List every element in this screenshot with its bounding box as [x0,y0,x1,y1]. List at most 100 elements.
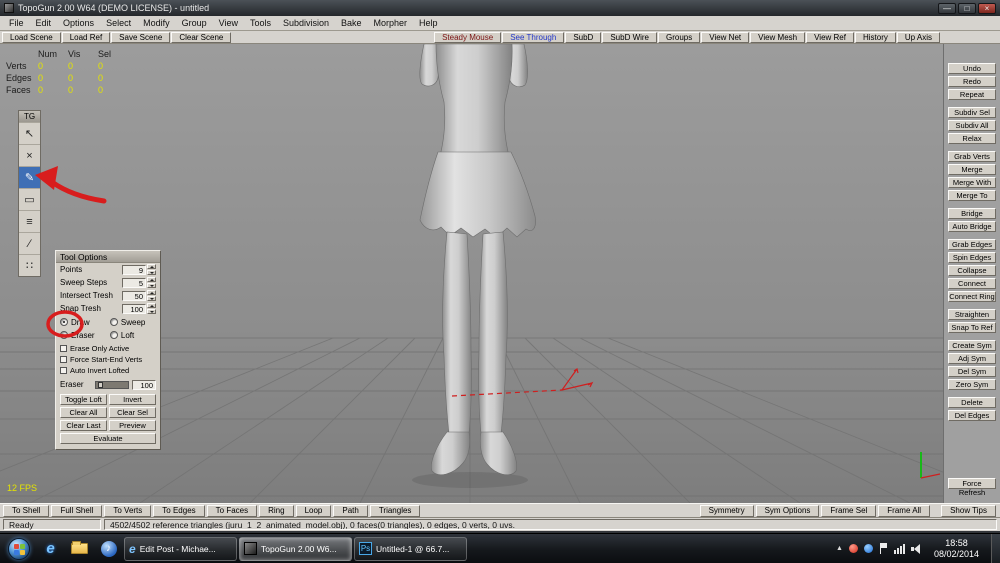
menu-file[interactable]: File [3,17,30,29]
sym-options-button[interactable]: Sym Options [755,504,820,517]
subdiv-sel-button[interactable]: Subdiv Sel [948,107,996,118]
intersect-tresh-spin-down[interactable] [147,296,156,301]
snap-tresh-spin-up[interactable] [147,303,156,308]
clear-scene-button[interactable]: Clear Scene [171,31,232,43]
action-center-icon[interactable] [879,543,888,554]
view-ref-button[interactable]: View Ref [806,31,854,43]
security-tray-icon[interactable] [848,544,858,553]
evaluate-button[interactable]: Evaluate [60,433,156,444]
points-value[interactable]: 9 [122,264,146,275]
menu-bake[interactable]: Bake [335,17,368,29]
clear-all-button[interactable]: Clear All [60,407,107,418]
tweak-tool[interactable]: ≡ [19,210,40,232]
load-ref-button[interactable]: Load Ref [61,31,111,43]
see-through-button[interactable]: See Through [502,31,565,43]
maximize-button[interactable]: □ [958,2,976,14]
volume-tray-icon[interactable] [910,543,922,554]
menu-help[interactable]: Help [413,17,444,29]
toggle-loft-button[interactable]: Toggle Loft [60,394,107,405]
merge-button[interactable]: Merge [948,164,996,175]
subdiv-all-button[interactable]: Subdiv All [948,120,996,131]
subd-button[interactable]: SubD [565,31,602,43]
redo-button[interactable]: Redo [948,76,996,87]
points-spin-up[interactable] [147,264,156,269]
radio-eraser-dot[interactable] [60,331,68,339]
full-shell-button[interactable]: Full Shell [51,504,103,517]
spin-edges-button[interactable]: Spin Edges [948,252,996,263]
path-button[interactable]: Path [333,504,368,517]
invert-button[interactable]: Invert [109,394,156,405]
frame-all-button[interactable]: Frame All [878,504,931,517]
explorer-folder-launch-icon[interactable] [66,536,93,562]
eraser-value[interactable]: 100 [132,379,156,390]
connect-ring-button[interactable]: Connect Ring [948,291,996,302]
up-axis-button[interactable]: Up Axis [896,31,940,43]
update-tray-icon[interactable] [863,544,873,553]
bridge-button[interactable]: Bridge [948,208,996,219]
merge-with-button[interactable]: Merge With [948,177,996,188]
task-browser-window[interactable]: e Edit Post - Michae... [124,536,237,561]
repeat-button[interactable]: Repeat [948,89,996,100]
intersect-tresh-spin-up[interactable] [147,290,156,295]
to-edges-button[interactable]: To Edges [153,504,205,517]
view-net-button[interactable]: View Net [701,31,750,43]
menu-modify[interactable]: Modify [137,17,176,29]
draw-tool[interactable]: ✎ [19,166,40,188]
check-erase-only-active-box[interactable] [60,345,67,352]
eraser-slider-handle[interactable] [98,381,103,388]
undo-button[interactable]: Undo [948,63,996,74]
collapse-button[interactable]: Collapse [948,265,996,276]
bridge-tool[interactable]: ▭ [19,188,40,210]
sweep-steps-spin-down[interactable] [147,283,156,288]
sweep-steps-value[interactable]: 5 [122,277,146,288]
minimize-button[interactable]: — [938,2,956,14]
loop-button[interactable]: Loop [295,504,332,517]
close-button[interactable]: × [978,2,996,14]
clear-last-button[interactable]: Clear Last [60,420,107,431]
grab-edges-button[interactable]: Grab Edges [948,239,996,250]
to-faces-button[interactable]: To Faces [206,504,258,517]
radio-loft[interactable]: Loft [109,330,156,340]
radio-loft-dot[interactable] [109,331,118,339]
check-auto-invert-lofted-box[interactable] [60,367,67,374]
media-player-launch-icon[interactable]: ♪ [95,536,122,562]
intersect-tresh-value[interactable]: 50 [122,290,146,301]
preview-button[interactable]: Preview [109,420,156,431]
load-scene-button[interactable]: Load Scene [2,31,61,43]
show-desktop-button[interactable] [991,533,1000,563]
save-scene-button[interactable]: Save Scene [111,31,171,43]
check-auto-invert-lofted[interactable]: Auto Invert Lofted [60,366,156,375]
radio-draw-dot[interactable] [60,318,68,326]
to-verts-button[interactable]: To Verts [104,504,152,517]
task-topogun-window[interactable]: TopoGun 2.00 W6... [239,536,352,561]
check-force-start-end-verts-box[interactable] [60,356,67,363]
auto-bridge-button[interactable]: Auto Bridge [948,221,996,232]
radio-sweep[interactable]: Sweep [109,317,156,327]
force-refresh-button[interactable]: Force Refresh [948,478,996,497]
adj-sym-button[interactable]: Adj Sym [948,353,996,364]
delete-tool[interactable]: × [19,144,40,166]
menu-tools[interactable]: Tools [244,17,277,29]
snap-tresh-value[interactable]: 100 [122,303,146,314]
del-sym-button[interactable]: Del Sym [948,366,996,377]
symmetry-button[interactable]: Symmetry [699,504,754,517]
simple-create-tool[interactable]: ∕ [19,232,40,254]
check-erase-only-active[interactable]: Erase Only Active [60,344,156,353]
snap-to-ref-button[interactable]: Snap To Ref [948,322,996,333]
radio-sweep-dot[interactable] [109,318,118,326]
menu-view[interactable]: View [213,17,244,29]
network-tray-icon[interactable] [893,543,905,554]
tray-expand-icon[interactable]: ▲ [836,545,843,552]
taskbar-clock[interactable]: 18:58 08/02/2014 [928,538,985,560]
task-photoshop-window[interactable]: Ps Untitled-1 @ 66.7... [354,536,467,561]
steady-mouse-button[interactable]: Steady Mouse [434,31,502,43]
relax-button[interactable]: Relax [948,133,996,144]
sweep-steps-spin-up[interactable] [147,277,156,282]
menu-morpher[interactable]: Morpher [368,17,414,29]
history-button[interactable]: History [854,31,896,43]
to-shell-button[interactable]: To Shell [3,504,50,517]
del-edges-button[interactable]: Del Edges [948,410,996,421]
triangles-button[interactable]: Triangles [369,504,421,517]
straighten-button[interactable]: Straighten [948,309,996,320]
brush-tool[interactable]: ∷ [19,254,40,276]
